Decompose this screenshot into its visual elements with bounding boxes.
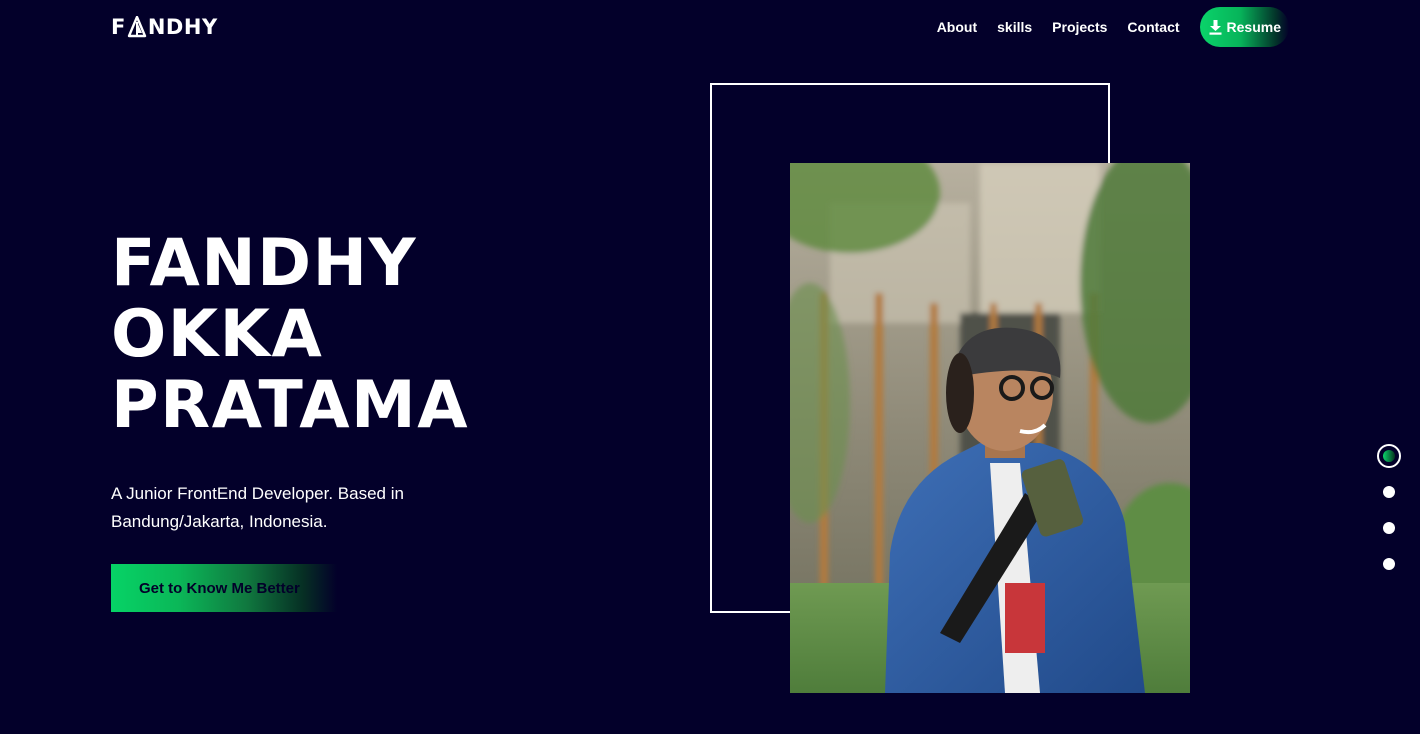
site-logo[interactable]: F NDHY xyxy=(111,15,218,39)
nav-link-about[interactable]: About xyxy=(937,19,977,35)
get-to-know-me-button[interactable]: Get to Know Me Better xyxy=(111,564,337,612)
resume-button[interactable]: Resume xyxy=(1199,7,1289,47)
nav-link-skills[interactable]: skills xyxy=(997,19,1032,35)
section-dot-about[interactable] xyxy=(1383,486,1395,498)
logo-mark-icon xyxy=(127,16,147,38)
main-nav: About skills Projects Contact Resume xyxy=(937,7,1309,47)
section-dot-skills[interactable] xyxy=(1383,522,1395,534)
nav-link-projects[interactable]: Projects xyxy=(1052,19,1107,35)
hero-name-line-3: PRATAMA xyxy=(111,368,470,443)
nav-link-contact[interactable]: Contact xyxy=(1127,19,1179,35)
section-dot-projects[interactable] xyxy=(1383,558,1395,570)
hero-name-line-1: FANDHY xyxy=(111,226,418,301)
section-dot-home[interactable] xyxy=(1377,444,1401,468)
profile-photo xyxy=(790,163,1190,693)
logo-letters-ndhy: NDHY xyxy=(147,15,218,39)
download-icon xyxy=(1209,19,1222,35)
hero-tagline: A Junior FrontEnd Developer. Based in Ba… xyxy=(111,484,404,531)
hero-name: FANDHY OKKA PRATAMA xyxy=(111,228,469,441)
resume-button-label: Resume xyxy=(1226,19,1281,35)
logo-letter-f: F xyxy=(111,15,126,39)
hero-name-line-2: OKKA xyxy=(111,297,324,372)
